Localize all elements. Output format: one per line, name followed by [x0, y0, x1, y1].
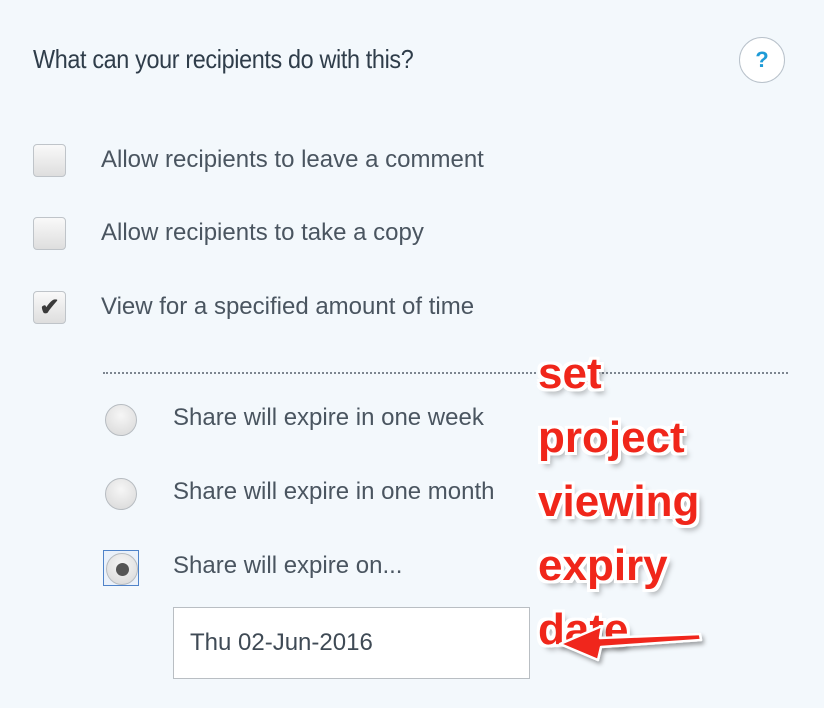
time-limit-label[interactable]: View for a specified amount of time — [101, 293, 474, 321]
annotation-line: project — [538, 413, 685, 462]
expiry-date-input[interactable] — [173, 607, 530, 679]
checkmark-icon: ✔ — [39, 294, 60, 321]
radio-circle-icon — [105, 404, 137, 436]
help-button[interactable]: ? — [739, 37, 785, 83]
expire-month-label[interactable]: Share will expire in one month — [173, 478, 495, 506]
allow-comment-label[interactable]: Allow recipients to leave a comment — [101, 146, 484, 174]
allow-copy-label[interactable]: Allow recipients to take a copy — [101, 219, 424, 247]
allow-copy-checkbox[interactable] — [33, 217, 66, 250]
annotation-line: expiry — [538, 541, 668, 590]
expire-week-label[interactable]: Share will expire in one week — [173, 404, 484, 432]
annotation-line: viewing — [538, 477, 700, 526]
radio-dot-icon — [115, 562, 129, 576]
annotation-arrow-icon — [558, 624, 703, 662]
expire-on-date-radio[interactable] — [103, 550, 139, 586]
radio-selected-icon — [106, 553, 138, 585]
expire-week-radio[interactable] — [103, 402, 139, 438]
expire-on-date-label[interactable]: Share will expire on... — [173, 552, 402, 580]
expire-month-radio[interactable] — [103, 476, 139, 512]
time-limit-checkbox[interactable]: ✔ — [33, 291, 66, 324]
help-icon: ? — [755, 47, 769, 72]
radio-circle-icon — [105, 478, 137, 510]
annotation-line: set — [538, 349, 602, 398]
allow-comment-checkbox[interactable] — [33, 144, 66, 177]
section-title: What can your recipients do with this? — [33, 44, 414, 74]
